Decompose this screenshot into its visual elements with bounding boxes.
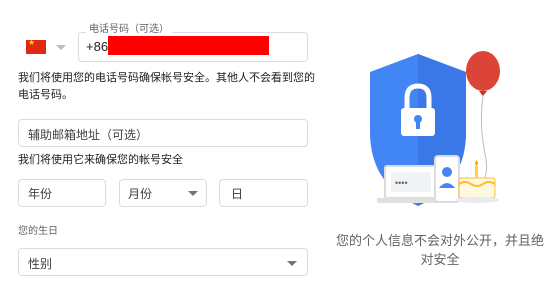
- phone-privacy-note: 我们将使用您的电话号码确保帐号安全。其他人不会看到您的电话号码。: [18, 72, 315, 101]
- profile-card-icon: [434, 155, 460, 203]
- chevron-down-icon: [287, 261, 297, 266]
- gender-placeholder: 性别: [28, 257, 53, 271]
- birth-year-placeholder: 年份: [28, 187, 53, 201]
- gender-select[interactable]: [18, 248, 308, 276]
- balloon-icon: [466, 51, 500, 185]
- birthday-cake-icon: [455, 160, 499, 203]
- recovery-email-placeholder: 辅助邮箱地址（可选）: [28, 128, 149, 142]
- chevron-down-icon: [56, 44, 66, 50]
- svg-text:••••: ••••: [395, 178, 408, 188]
- phone-number-redaction: [108, 36, 269, 55]
- phone-field-label: 电话号码（可选）: [86, 20, 172, 35]
- chevron-down-icon: [188, 191, 198, 196]
- china-flag-icon: ★: [26, 39, 46, 54]
- email-security-note: 我们将使用它来确保您的帐号安全: [18, 154, 183, 166]
- country-selector[interactable]: ★: [26, 37, 68, 57]
- phone-country-code: +86: [86, 39, 109, 54]
- privacy-message: 您的个人信息不会对外公开，并且绝对安全: [335, 233, 544, 267]
- account-security-illustration: ••••: [370, 51, 500, 206]
- birth-day-placeholder: 日: [231, 187, 244, 201]
- birth-month-placeholder: 月份: [128, 187, 153, 201]
- birthday-label: 您的生日: [18, 226, 58, 237]
